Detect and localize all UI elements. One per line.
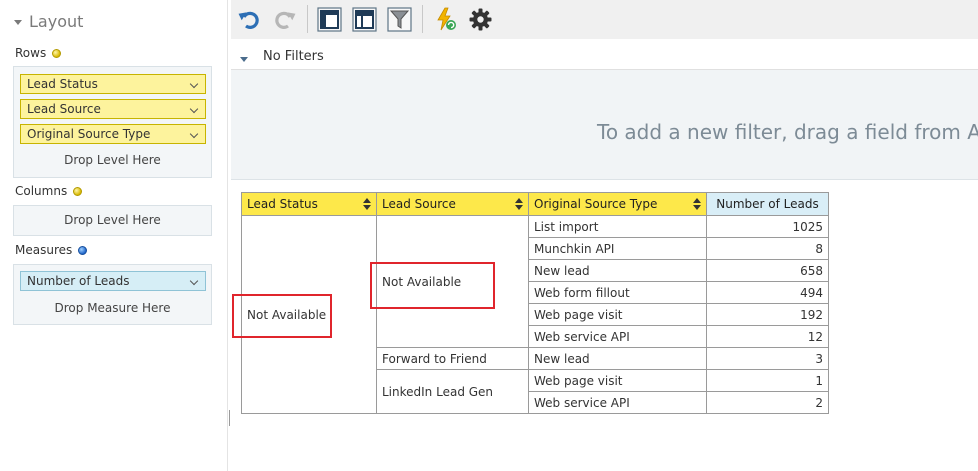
redo-icon	[275, 11, 296, 29]
layout-panel: Layout Rows Lead Status Lead Source Orig…	[0, 0, 228, 471]
redo-button[interactable]	[272, 7, 297, 32]
caret-down-icon	[14, 20, 22, 25]
chevron-down-icon[interactable]	[189, 104, 199, 114]
measure-field-number-of-leads[interactable]: Number of Leads	[20, 271, 206, 291]
cell-source-type: New lead	[528, 259, 707, 282]
undo-icon	[238, 11, 259, 29]
dimension-dot-icon	[73, 187, 83, 196]
refresh-icon	[437, 7, 456, 31]
columns-section-label: Columns	[15, 184, 83, 198]
filter-status: No Filters	[263, 49, 324, 64]
row-field-lead-status[interactable]: Lead Status	[20, 74, 206, 94]
row-field-lead-source[interactable]: Lead Source	[20, 99, 206, 119]
cell-source-type: Web service API	[528, 391, 707, 414]
header-label: Lead Source	[382, 197, 456, 211]
row-field-original-source-type[interactable]: Original Source Type	[20, 124, 206, 144]
cell-lead-count: 1025	[706, 215, 829, 238]
cell-lead-source: Forward to Friend	[376, 347, 529, 370]
filter-drop-hint: To add a new filter, drag a field from A…	[597, 120, 978, 144]
cell-lead-count: 3	[706, 347, 829, 370]
toolbar	[231, 0, 978, 39]
measures-drop-zone[interactable]: Number of Leads Drop Measure Here	[13, 264, 212, 325]
header-label: Number of Leads	[716, 197, 819, 211]
dimension-dot-icon	[52, 49, 62, 58]
cell-lead-source: LinkedIn Lead Gen	[376, 369, 529, 414]
sort-icon[interactable]	[363, 198, 371, 211]
row-field-label: Lead Status	[27, 77, 98, 91]
toolbar-separator	[307, 5, 308, 33]
layout-tabular-icon	[352, 7, 377, 32]
settings-button[interactable]	[468, 7, 493, 32]
cell-source-type: Munchkin API	[528, 237, 707, 260]
header-lead-status[interactable]: Lead Status	[241, 192, 377, 216]
row-field-label: Original Source Type	[27, 127, 151, 141]
layout-title: Layout	[29, 12, 84, 31]
cell-lead-count: 12	[706, 325, 829, 348]
cell-lead-count: 658	[706, 259, 829, 282]
header-original-source-type[interactable]: Original Source Type	[528, 192, 707, 216]
refresh-button[interactable]	[433, 7, 458, 32]
filter-button[interactable]	[387, 7, 412, 32]
measures-section-label: Measures	[15, 243, 88, 257]
header-label: Lead Status	[247, 197, 318, 211]
rows-section-label: Rows	[15, 46, 62, 60]
header-lead-source[interactable]: Lead Source	[376, 192, 529, 216]
cell-source-type: List import	[528, 215, 707, 238]
rows-label: Rows	[15, 46, 47, 60]
splitter-handle[interactable]	[229, 410, 230, 426]
filter-drop-zone[interactable]: To add a new filter, drag a field from A…	[231, 70, 978, 180]
chevron-down-icon[interactable]	[189, 276, 199, 286]
chevron-down-icon[interactable]	[189, 79, 199, 89]
tabular-layout-button[interactable]	[352, 7, 377, 32]
cell-lead-count: 494	[706, 281, 829, 304]
cell-source-type: New lead	[528, 347, 707, 370]
rows-drop-zone[interactable]: Lead Status Lead Source Original Source …	[13, 66, 212, 178]
highlight-box-lead-status	[232, 294, 332, 338]
measure-dot-icon	[78, 246, 88, 255]
filter-bar[interactable]: No Filters	[231, 39, 978, 70]
cell-source-type: Web page visit	[528, 369, 707, 392]
cell-source-type: Web service API	[528, 325, 707, 348]
cell-source-type: Web form fillout	[528, 281, 707, 304]
cell-source-type: Web page visit	[528, 303, 707, 326]
compact-layout-button[interactable]	[317, 7, 342, 32]
layout-toggle[interactable]: Layout	[14, 12, 83, 31]
cell-lead-count: 1	[706, 369, 829, 392]
cell-lead-count: 2	[706, 391, 829, 414]
sort-icon[interactable]	[515, 198, 523, 211]
sort-icon[interactable]	[693, 198, 701, 211]
pivot-header-row: Lead Status Lead Source Original Source …	[241, 192, 829, 216]
rows-drop-hint: Drop Level Here	[64, 153, 161, 167]
chevron-down-icon[interactable]	[189, 129, 199, 139]
highlight-box-lead-source	[370, 262, 495, 309]
header-label: Original Source Type	[534, 197, 658, 211]
columns-drop-hint: Drop Level Here	[64, 213, 161, 227]
gear-icon	[469, 8, 492, 31]
filter-icon	[387, 7, 412, 32]
cell-lead-count: 192	[706, 303, 829, 326]
columns-label: Columns	[15, 184, 68, 198]
header-number-of-leads[interactable]: Number of Leads	[706, 192, 829, 216]
toolbar-separator	[422, 5, 423, 33]
undo-button[interactable]	[237, 7, 262, 32]
measures-drop-hint: Drop Measure Here	[54, 301, 171, 315]
cell-lead-count: 8	[706, 237, 829, 260]
columns-drop-zone[interactable]: Drop Level Here	[13, 205, 212, 236]
layout-compact-icon	[317, 7, 342, 32]
measures-label: Measures	[15, 243, 73, 257]
table-row: Not Available Not Available List import …	[241, 215, 829, 414]
caret-down-icon[interactable]	[240, 57, 248, 62]
measure-field-label: Number of Leads	[27, 274, 130, 288]
row-field-label: Lead Source	[27, 102, 101, 116]
